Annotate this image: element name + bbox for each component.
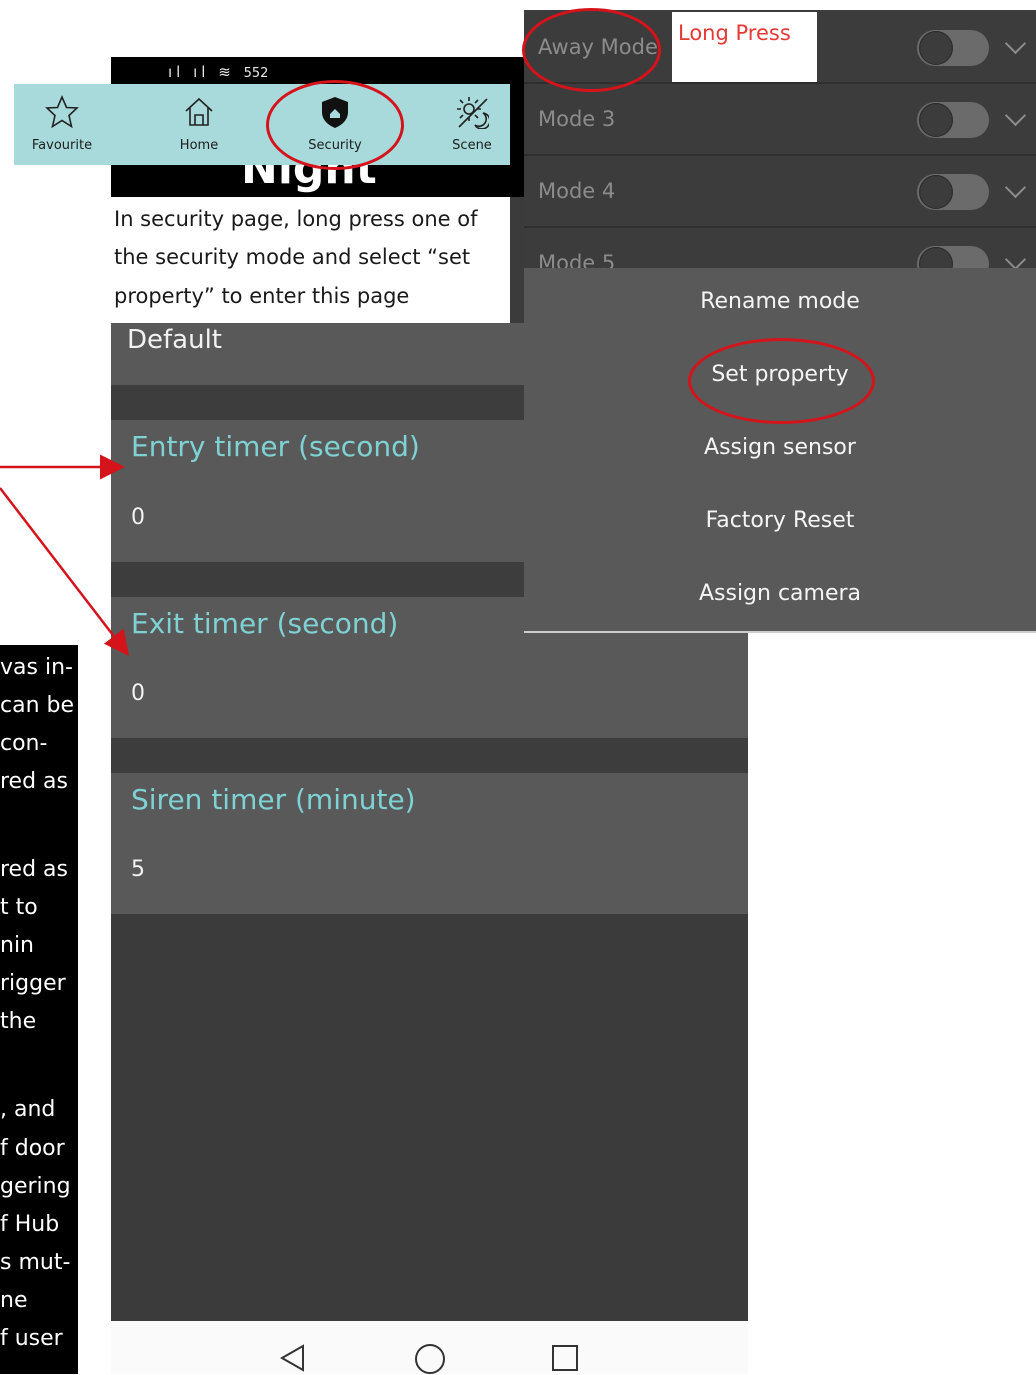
arrow-to-exit-timer <box>0 487 130 656</box>
annotation-arrows <box>0 454 130 656</box>
